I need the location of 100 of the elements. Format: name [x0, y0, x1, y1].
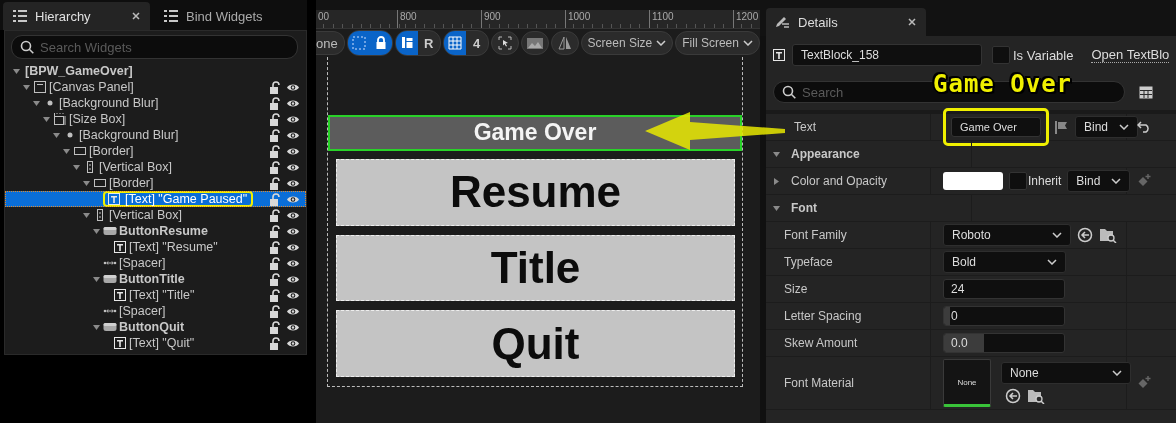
expand-arrow-icon[interactable] [772, 149, 781, 159]
property-label: Appearance [791, 147, 860, 161]
layout-icon [399, 35, 414, 51]
tree-item[interactable]: [Text] "Quit" [5, 335, 306, 351]
collapse-arrow-icon[interactable] [772, 176, 781, 186]
unlock-icon[interactable] [269, 128, 280, 142]
toggle-button[interactable] [443, 31, 466, 55]
tree-item[interactable]: [Spacer] [5, 303, 306, 319]
tree-item[interactable]: [Text] "Title" [5, 287, 306, 303]
unlock-icon[interactable] [269, 288, 280, 302]
chevron-icon [742, 40, 753, 46]
dropdown[interactable]: Bold [943, 251, 1066, 273]
reset-icon[interactable] [1137, 121, 1151, 133]
list-icon [164, 10, 178, 22]
tree-item[interactable]: [Background Blur] [5, 127, 306, 143]
property-label: Text [794, 120, 816, 134]
toggle-button[interactable] [395, 31, 418, 55]
expand-arrow-icon[interactable] [91, 274, 101, 284]
property-label: Font [791, 201, 817, 215]
unlock-icon[interactable] [269, 80, 280, 94]
tree-item[interactable]: [Border] [5, 175, 306, 191]
chevron-icon [656, 40, 667, 46]
panel-tab[interactable]: Hierarchy [3, 2, 150, 30]
unlock-icon[interactable] [269, 336, 280, 350]
tree-item[interactable]: [Text] "Game Paused" [5, 191, 306, 207]
number-field[interactable]: 24 [943, 279, 1065, 299]
dropdown[interactable]: Bind [1075, 116, 1138, 138]
unlock-icon[interactable] [269, 240, 280, 254]
tree-item[interactable]: [Border] [5, 143, 306, 159]
tree-item[interactable]: ButtonTitle [5, 271, 306, 287]
name-field[interactable]: TextBlock_158 [792, 44, 982, 66]
link[interactable]: Open TextBlo [1091, 47, 1170, 63]
checkbox[interactable] [1009, 172, 1027, 190]
unlock-icon[interactable] [269, 144, 280, 158]
tree-item[interactable]: [BPW_GameOver] [5, 63, 306, 79]
tree-item[interactable]: [Background Blur] [5, 95, 306, 111]
tree-item[interactable]: [Vertical Box] [5, 207, 306, 223]
dropdown[interactable]: Fill Screen [675, 31, 760, 55]
chevron-icon [1112, 370, 1122, 376]
unlock-icon[interactable] [269, 112, 280, 126]
checkbox-label: Is Variable [1013, 47, 1074, 63]
flag-icon[interactable] [1055, 120, 1069, 134]
chevron-icon [1047, 259, 1057, 265]
folder-search-icon[interactable] [1099, 227, 1117, 243]
dropdown[interactable]: Bind [1067, 170, 1131, 192]
unlock-icon[interactable] [269, 304, 280, 318]
tree-item[interactable]: [Text] "Resume" [5, 239, 306, 255]
dropdown[interactable]: None [1001, 362, 1131, 384]
toolbar-button[interactable] [490, 31, 519, 55]
image-icon [525, 35, 544, 51]
tree-item[interactable]: [Canvas Panel] [5, 79, 306, 95]
expand-arrow-icon[interactable] [772, 203, 781, 213]
unlock-icon[interactable] [269, 176, 280, 190]
ruler-label: 1200 [736, 11, 759, 22]
close-icon[interactable] [908, 18, 916, 26]
toolbar-button[interactable] [550, 31, 579, 55]
toolbar-button[interactable]: one [316, 31, 345, 55]
color-swatch[interactable] [943, 172, 1003, 190]
dropdown[interactable]: Screen Size [580, 31, 674, 55]
grid-icon [446, 35, 463, 51]
number-field[interactable]: 0.0 [943, 333, 1065, 353]
chevron-icon [1052, 232, 1062, 238]
checkbox-label: Inherit [1028, 174, 1062, 188]
close-icon[interactable] [132, 12, 140, 20]
toggle-button[interactable] [347, 31, 370, 55]
folder-search-icon[interactable] [1027, 388, 1045, 404]
toggle-button[interactable] [369, 31, 392, 55]
diamond-plus-icon[interactable] [1137, 376, 1151, 390]
highlight-frame: [Text] "Game Paused" [103, 191, 254, 207]
unlock-icon[interactable] [269, 208, 280, 222]
number-field[interactable]: 0 [943, 306, 1065, 326]
pencil-icon [774, 15, 790, 29]
tree-item[interactable]: [Size Box] [5, 111, 306, 127]
text-field[interactable]: Game Over [951, 117, 1041, 137]
tree-item[interactable]: [Spacer] [5, 255, 306, 271]
dropdown[interactable]: Roboto [943, 224, 1071, 246]
border-icon [93, 176, 107, 190]
table-icon[interactable] [1139, 85, 1153, 99]
unlock-icon[interactable] [269, 224, 280, 238]
panel-tab[interactable]: Details [766, 8, 926, 36]
unlock-icon[interactable] [269, 256, 280, 270]
selection-icon [350, 35, 367, 51]
diamond-plus-icon[interactable] [1137, 174, 1151, 188]
toolbar-button[interactable] [520, 31, 549, 55]
unlock-icon[interactable] [269, 160, 280, 174]
tree-item[interactable]: [Vertical Box] [5, 159, 306, 175]
material-thumbnail[interactable]: None [943, 359, 991, 407]
border-icon [73, 144, 87, 158]
search-icon [20, 40, 34, 54]
unlock-icon[interactable] [269, 320, 280, 334]
panel-tab[interactable]: Bind Widgets [154, 2, 273, 30]
text-icon [113, 288, 127, 302]
unlock-icon[interactable] [269, 272, 280, 286]
checkbox[interactable] [992, 46, 1010, 64]
tree-item[interactable]: ButtonQuit [5, 319, 306, 335]
button-icon [103, 272, 117, 286]
expand-arrow-icon[interactable] [91, 322, 101, 332]
unlock-icon[interactable] [269, 96, 280, 110]
tree-item[interactable]: ButtonResume [5, 223, 306, 239]
mirror-icon [556, 35, 573, 51]
